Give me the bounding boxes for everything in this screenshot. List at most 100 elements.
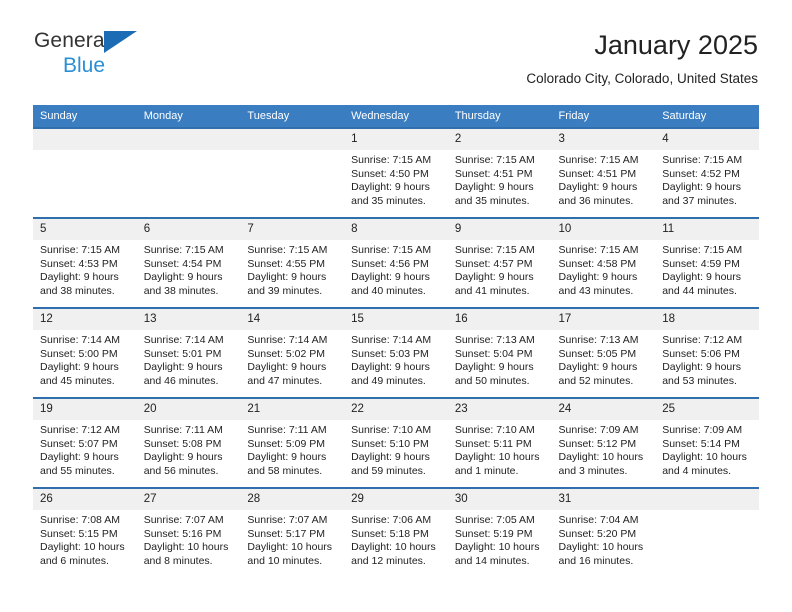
calendar-day-cell[interactable]: 18 Sunrise: 7:12 AM Sunset: 5:06 PM Dayligh… (655, 307, 759, 398)
calendar-day-cell[interactable]: 5 Sunrise: 7:15 AM Sunset: 4:53 PM Daylight… (33, 217, 137, 308)
calendar-day-cell[interactable]: 29 Sunrise: 7:06 AM Sunset: 5:18 PM Dayligh… (344, 487, 448, 577)
calendar-day-cell[interactable]: 17 Sunrise: 7:13 AM Sunset: 5:05 PM Dayligh… (551, 307, 656, 398)
calendar-day-cell[interactable]: 25 Sunrise: 7:09 AM Sunset: 5:14 PM Dayligh… (655, 397, 759, 488)
day-info-sunset: Sunset: 4:52 PM (662, 167, 740, 180)
day-info-daylight-line1: Daylight: 9 hours (558, 271, 638, 284)
day-number: 27 (136, 489, 241, 510)
day-info: Sunrise: 7:04 AM Sunset: 5:20 PM Daylight:… (552, 510, 656, 568)
calendar-day-cell[interactable]: 1 Sunrise: 7:15 AM Sunset: 4:50 PM Daylight… (344, 127, 448, 218)
day-info: Sunrise: 7:07 AM Sunset: 5:16 PM Daylight:… (137, 510, 241, 568)
day-info-daylight-line2: and 8 minutes. (143, 554, 213, 567)
day-info-sunset: Sunset: 5:18 PM (351, 527, 429, 540)
day-info-daylight-line1: Daylight: 9 hours (351, 181, 430, 194)
calendar-day-cell[interactable]: 10 Sunrise: 7:15 AM Sunset: 4:58 PM Dayligh… (551, 217, 656, 308)
day-info-daylight-line1: Daylight: 9 hours (143, 451, 223, 464)
day-info-daylight-line1: Daylight: 10 hours (558, 451, 644, 464)
weekday-header-wednesday: Wednesday (344, 105, 448, 128)
calendar-day-cell[interactable]: 30 Sunrise: 7:05 AM Sunset: 5:19 PM Dayligh… (447, 487, 552, 577)
calendar-day-cell[interactable]: 13 Sunrise: 7:14 AM Sunset: 5:01 PM Dayligh… (136, 307, 241, 398)
calendar-day-cell[interactable]: 12 Sunrise: 7:14 AM Sunset: 5:00 PM Dayligh… (33, 307, 137, 398)
day-info-daylight-line1: Daylight: 9 hours (662, 361, 742, 374)
calendar-day-cell-empty (33, 127, 137, 218)
day-info-sunrise: Sunrise: 7:06 AM (351, 514, 432, 526)
calendar-day-cell[interactable]: 20 Sunrise: 7:11 AM Sunset: 5:08 PM Dayligh… (136, 397, 241, 488)
day-info-sunrise: Sunrise: 7:12 AM (40, 424, 120, 436)
day-info: Sunrise: 7:15 AM Sunset: 4:58 PM Daylight:… (552, 240, 656, 298)
day-info-sunset: Sunset: 4:54 PM (143, 257, 222, 270)
calendar-day-cell[interactable]: 11 Sunrise: 7:15 AM Sunset: 4:59 PM Dayligh… (655, 217, 759, 308)
day-info-sunrise: Sunrise: 7:13 AM (454, 334, 535, 346)
calendar-day-cell[interactable]: 19 Sunrise: 7:12 AM Sunset: 5:07 PM Dayligh… (33, 397, 137, 488)
day-info-daylight-line1: Daylight: 9 hours (247, 361, 327, 374)
calendar-day-cell[interactable]: 4 Sunrise: 7:15 AM Sunset: 4:52 PM Daylight… (655, 127, 759, 218)
calendar-header-row: Sunday Monday Tuesday Wednesday Thursday… (33, 105, 759, 128)
day-info-sunset: Sunset: 4:51 PM (454, 167, 533, 180)
calendar-day-cell[interactable]: 16 Sunrise: 7:13 AM Sunset: 5:04 PM Dayligh… (447, 307, 552, 398)
day-info: Sunrise: 7:15 AM Sunset: 4:53 PM Daylight:… (33, 240, 137, 298)
page-subtitle: Colorado City, Colorado, United States (526, 71, 758, 86)
day-info-sunset: Sunset: 4:50 PM (351, 167, 429, 180)
calendar-day-cell[interactable]: 7 Sunrise: 7:15 AM Sunset: 4:55 PM Daylight… (240, 217, 345, 308)
calendar-day-cell-empty (655, 487, 759, 577)
day-info-daylight-line1: Daylight: 9 hours (40, 451, 119, 464)
day-info-daylight-line1: Daylight: 9 hours (662, 271, 742, 284)
day-info-sunrise: Sunrise: 7:15 AM (351, 244, 432, 256)
calendar-day-cell[interactable]: 8 Sunrise: 7:15 AM Sunset: 4:56 PM Daylight… (344, 217, 448, 308)
day-info-daylight-line2: and 58 minutes. (247, 464, 323, 477)
day-info-sunset: Sunset: 5:11 PM (454, 437, 532, 450)
day-info-sunset: Sunset: 5:09 PM (247, 437, 326, 450)
day-info-sunrise: Sunrise: 7:15 AM (558, 244, 639, 256)
day-info-sunrise: Sunrise: 7:12 AM (662, 334, 743, 346)
day-info-sunset: Sunset: 4:58 PM (558, 257, 637, 270)
day-info-daylight-line2: and 16 minutes. (558, 554, 634, 567)
day-info-daylight-line2: and 56 minutes. (143, 464, 219, 477)
day-info-sunset: Sunset: 5:05 PM (558, 347, 637, 360)
day-info-daylight-line2: and 1 minute. (454, 464, 519, 477)
calendar-day-cell[interactable]: 26 Sunrise: 7:08 AM Sunset: 5:15 PM Dayligh… (33, 487, 137, 577)
day-info-sunset: Sunset: 5:06 PM (662, 347, 740, 360)
day-number: 13 (136, 309, 241, 330)
day-info-sunset: Sunset: 5:15 PM (40, 527, 118, 540)
day-info-daylight-line1: Daylight: 9 hours (454, 271, 534, 284)
calendar-day-cell[interactable]: 3 Sunrise: 7:15 AM Sunset: 4:51 PM Daylight… (551, 127, 656, 218)
day-info-daylight-line1: Daylight: 9 hours (351, 361, 430, 374)
calendar-day-cell[interactable]: 14 Sunrise: 7:14 AM Sunset: 5:02 PM Dayligh… (240, 307, 345, 398)
day-info-daylight-line2: and 49 minutes. (351, 374, 426, 387)
day-info-sunset: Sunset: 5:03 PM (351, 347, 429, 360)
day-info-sunset: Sunset: 5:17 PM (247, 527, 326, 540)
day-info-sunset: Sunset: 5:08 PM (143, 437, 222, 450)
day-info: Sunrise: 7:15 AM Sunset: 4:52 PM Daylight:… (655, 150, 759, 208)
day-info-sunrise: Sunrise: 7:15 AM (143, 244, 224, 256)
day-info-daylight-line1: Daylight: 9 hours (662, 181, 742, 194)
day-number: 14 (240, 309, 345, 330)
calendar-day-cell[interactable]: 9 Sunrise: 7:15 AM Sunset: 4:57 PM Daylight… (447, 217, 552, 308)
day-info-daylight-line2: and 47 minutes. (247, 374, 323, 387)
day-info-daylight-line2: and 14 minutes. (454, 554, 530, 567)
calendar-day-cell[interactable]: 15 Sunrise: 7:14 AM Sunset: 5:03 PM Dayligh… (344, 307, 448, 398)
day-info-daylight-line1: Daylight: 10 hours (558, 541, 644, 554)
calendar-day-cell[interactable]: 2 Sunrise: 7:15 AM Sunset: 4:51 PM Daylight… (447, 127, 552, 218)
day-number: 26 (33, 489, 137, 510)
calendar-day-cell[interactable]: 22 Sunrise: 7:10 AM Sunset: 5:10 PM Dayligh… (344, 397, 448, 488)
calendar-week-row: 19 Sunrise: 7:12 AM Sunset: 5:07 PM Dayligh… (33, 397, 759, 488)
day-info-sunrise: Sunrise: 7:14 AM (143, 334, 224, 346)
day-info: Sunrise: 7:15 AM Sunset: 4:51 PM Daylight:… (448, 150, 552, 208)
calendar-day-cell[interactable]: 24 Sunrise: 7:09 AM Sunset: 5:12 PM Dayligh… (551, 397, 656, 488)
day-info: Sunrise: 7:10 AM Sunset: 5:10 PM Daylight:… (344, 420, 448, 478)
brand-logo[interactable]: General Blue (34, 30, 264, 92)
day-number: 10 (551, 219, 656, 240)
day-info-daylight-line1: Daylight: 9 hours (40, 361, 119, 374)
day-number: 29 (344, 489, 448, 510)
calendar-day-cell[interactable]: 21 Sunrise: 7:11 AM Sunset: 5:09 PM Dayligh… (240, 397, 345, 488)
calendar-day-cell[interactable]: 27 Sunrise: 7:07 AM Sunset: 5:16 PM Dayligh… (136, 487, 241, 577)
calendar-day-cell[interactable]: 28 Sunrise: 7:07 AM Sunset: 5:17 PM Dayligh… (240, 487, 345, 577)
calendar-day-cell[interactable]: 6 Sunrise: 7:15 AM Sunset: 4:54 PM Daylight… (136, 217, 241, 308)
day-info: Sunrise: 7:07 AM Sunset: 5:17 PM Daylight:… (240, 510, 344, 568)
calendar-day-cell[interactable]: 31 Sunrise: 7:04 AM Sunset: 5:20 PM Dayligh… (551, 487, 656, 577)
day-info-daylight-line1: Daylight: 9 hours (558, 361, 638, 374)
day-info-sunrise: Sunrise: 7:15 AM (247, 244, 328, 256)
day-number: 15 (344, 309, 448, 330)
calendar-day-cell[interactable]: 23 Sunrise: 7:10 AM Sunset: 5:11 PM Dayligh… (447, 397, 552, 488)
day-number: 24 (551, 399, 656, 420)
day-info-sunrise: Sunrise: 7:07 AM (143, 514, 224, 526)
